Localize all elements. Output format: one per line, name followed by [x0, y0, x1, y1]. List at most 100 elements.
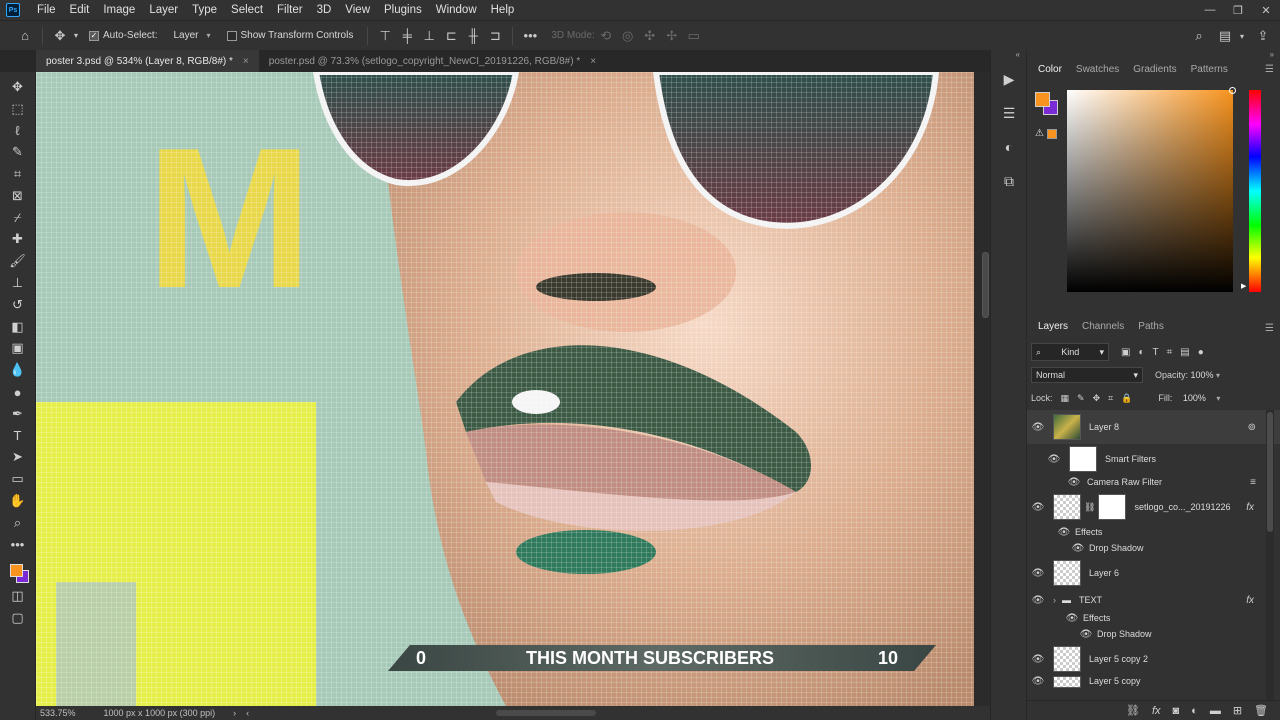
- quick-mask-icon[interactable]: ◫: [5, 586, 31, 608]
- visibility-eye-icon[interactable]: 👁: [1043, 454, 1065, 465]
- visibility-eye-icon[interactable]: 👁: [1027, 595, 1049, 606]
- panel-menu-icon[interactable]: ☰: [1265, 64, 1274, 75]
- type-tool-icon[interactable]: T: [5, 425, 31, 447]
- horizontal-scrollbar-thumb[interactable]: [496, 710, 596, 716]
- layer-row-setlogo[interactable]: 👁 ⛓ setlogo_co..._20191226 fx: [1027, 490, 1280, 524]
- more-tools-icon[interactable]: •••: [5, 534, 31, 556]
- chevron-down-icon[interactable]: ▾: [1236, 25, 1248, 47]
- tab-poster[interactable]: poster.psd @ 73.3% (setlogo_copyright_Ne…: [258, 50, 607, 72]
- layer-row-layer-5-copy-2[interactable]: 👁 Layer 5 copy 2: [1027, 642, 1280, 676]
- new-adjustment-layer-icon[interactable]: ◐: [1191, 705, 1198, 717]
- filter-smart-object-icon[interactable]: ▤: [1180, 347, 1189, 358]
- fill-input[interactable]: 100%: [1180, 390, 1208, 406]
- pen-tool-icon[interactable]: ✒: [5, 403, 31, 425]
- add-layer-style-icon[interactable]: fx: [1152, 705, 1161, 717]
- blend-mode-dropdown[interactable]: Normal ▾: [1031, 367, 1143, 383]
- scrollbar-thumb[interactable]: [1267, 412, 1273, 532]
- search-icon[interactable]: ⌕: [1188, 25, 1210, 47]
- foreground-color-swatch[interactable]: [9, 563, 23, 577]
- blur-tool-icon[interactable]: 💧: [5, 359, 31, 381]
- lock-image-icon[interactable]: ✎: [1077, 393, 1085, 404]
- collapse-arrows-icon[interactable]: «: [991, 50, 1026, 62]
- visibility-eye-icon[interactable]: 👁: [1061, 613, 1083, 624]
- tab-swatches[interactable]: Swatches: [1069, 62, 1126, 78]
- visibility-eye-icon[interactable]: 👁: [1063, 477, 1085, 488]
- link-layers-icon[interactable]: ⛓: [1126, 704, 1140, 717]
- layer-row-effects[interactable]: 👁 Effects: [1027, 524, 1280, 540]
- new-group-icon[interactable]: ▬: [1210, 705, 1221, 717]
- opacity-input[interactable]: 100%: [1188, 367, 1216, 383]
- color-field[interactable]: [1067, 87, 1236, 292]
- history-brush-tool-icon[interactable]: ↺: [5, 294, 31, 316]
- tab-poster-3[interactable]: poster 3.psd @ 534% (Layer 8, RGB/8#) * …: [36, 50, 259, 72]
- layer-row-camera-raw-filter[interactable]: 👁 Camera Raw Filter ≡: [1027, 474, 1280, 490]
- filter-adjustment-icon[interactable]: ◐: [1138, 347, 1144, 358]
- layer-row-smart-filters[interactable]: 👁 Smart Filters: [1027, 444, 1280, 474]
- document-canvas[interactable]: M 0 THIS MONTH SUBSCRIBERS 10: [36, 72, 974, 706]
- layer-row-effects-2[interactable]: 👁 Effects: [1027, 610, 1280, 626]
- menu-view[interactable]: View: [338, 0, 377, 20]
- collapse-arrows-icon[interactable]: »: [1027, 50, 1280, 62]
- menu-edit[interactable]: Edit: [63, 0, 97, 20]
- layer-effects-icon[interactable]: fx: [1246, 502, 1254, 513]
- filter-pixel-icon[interactable]: ▣: [1121, 347, 1130, 358]
- zoom-level[interactable]: 533.75%: [40, 708, 76, 718]
- layer-filter-kind-dropdown[interactable]: ⌕ Kind ▾: [1031, 343, 1109, 361]
- align-right-icon[interactable]: ⊐: [484, 25, 506, 47]
- history-panel-icon[interactable]: ▶: [991, 62, 1027, 96]
- home-icon[interactable]: ⌂: [14, 25, 36, 47]
- color-panel-swatches[interactable]: [1035, 92, 1065, 122]
- smart-filter-options-icon[interactable]: ⊚: [1248, 422, 1256, 433]
- visibility-eye-icon[interactable]: 👁: [1027, 502, 1049, 513]
- filter-blending-options-icon[interactable]: ≡: [1250, 477, 1256, 488]
- visibility-eye-icon[interactable]: 👁: [1027, 654, 1049, 665]
- hand-tool-icon[interactable]: ✋: [5, 490, 31, 512]
- workspace-icon[interactable]: ▤: [1214, 25, 1236, 47]
- adjustments-panel-icon[interactable]: ☰: [991, 96, 1027, 130]
- minimize-icon[interactable]: —: [1196, 0, 1224, 20]
- eraser-tool-icon[interactable]: ◧: [5, 316, 31, 338]
- color-picker-marker[interactable]: [1229, 87, 1236, 94]
- menu-type[interactable]: Type: [185, 0, 224, 20]
- zoom-tool-icon[interactable]: ⌕: [5, 512, 31, 534]
- more-options-icon[interactable]: •••: [519, 25, 541, 47]
- hue-slider[interactable]: [1249, 90, 1261, 292]
- brush-tool-icon[interactable]: 🖌: [5, 250, 31, 272]
- menu-window[interactable]: Window: [429, 0, 484, 20]
- layers-scrollbar[interactable]: [1266, 410, 1274, 700]
- lasso-tool-icon[interactable]: ℓ: [5, 120, 31, 142]
- close-icon[interactable]: ×: [243, 56, 249, 67]
- chevron-down-icon[interactable]: ▾: [1216, 371, 1220, 380]
- chevron-right-icon[interactable]: ›: [1053, 595, 1056, 605]
- add-mask-icon[interactable]: ◙: [1173, 705, 1180, 717]
- layer-row-layer-6[interactable]: 👁 Layer 6: [1027, 556, 1280, 590]
- menu-layer[interactable]: Layer: [142, 0, 185, 20]
- menu-filter[interactable]: Filter: [270, 0, 310, 20]
- libraries-panel-icon[interactable]: ⧉: [991, 164, 1027, 198]
- screen-mode-icon[interactable]: ▢: [5, 607, 31, 629]
- gradient-tool-icon[interactable]: ▣: [5, 338, 31, 360]
- close-icon[interactable]: ✕: [1252, 0, 1280, 20]
- tab-color[interactable]: Color: [1031, 62, 1069, 78]
- lock-artboard-icon[interactable]: ⌗: [1108, 393, 1113, 404]
- layer-row-layer-8[interactable]: 👁 Layer 8 ⊚: [1027, 410, 1280, 444]
- menu-plugins[interactable]: Plugins: [377, 0, 429, 20]
- auto-select-checkbox[interactable]: ✓ Auto-Select:: [89, 30, 157, 41]
- clone-stamp-tool-icon[interactable]: ⊥: [5, 272, 31, 294]
- filter-toggle-icon[interactable]: ●: [1198, 347, 1204, 358]
- layer-row-drop-shadow[interactable]: 👁 Drop Shadow: [1027, 540, 1280, 556]
- hue-slider-handle-icon[interactable]: ▶: [1241, 282, 1246, 290]
- chevron-right-icon[interactable]: ›: [233, 708, 236, 718]
- layer-row-text-group[interactable]: 👁 › ▬ TEXT fx: [1027, 590, 1280, 610]
- menu-3d[interactable]: 3D: [310, 0, 339, 20]
- tab-channels[interactable]: Channels: [1075, 313, 1131, 341]
- align-left-icon[interactable]: ⊏: [440, 25, 462, 47]
- layer-effects-icon[interactable]: fx: [1246, 595, 1254, 606]
- visibility-eye-icon[interactable]: 👁: [1027, 422, 1049, 433]
- path-selection-tool-icon[interactable]: ➤: [5, 447, 31, 469]
- gamut-warning[interactable]: ⚠: [1035, 128, 1057, 139]
- align-vcenter-icon[interactable]: ╪: [396, 25, 418, 47]
- share-icon[interactable]: ⇪: [1252, 25, 1274, 47]
- marquee-tool-icon[interactable]: ⬚: [5, 98, 31, 120]
- scroll-left-icon[interactable]: ‹: [246, 708, 249, 718]
